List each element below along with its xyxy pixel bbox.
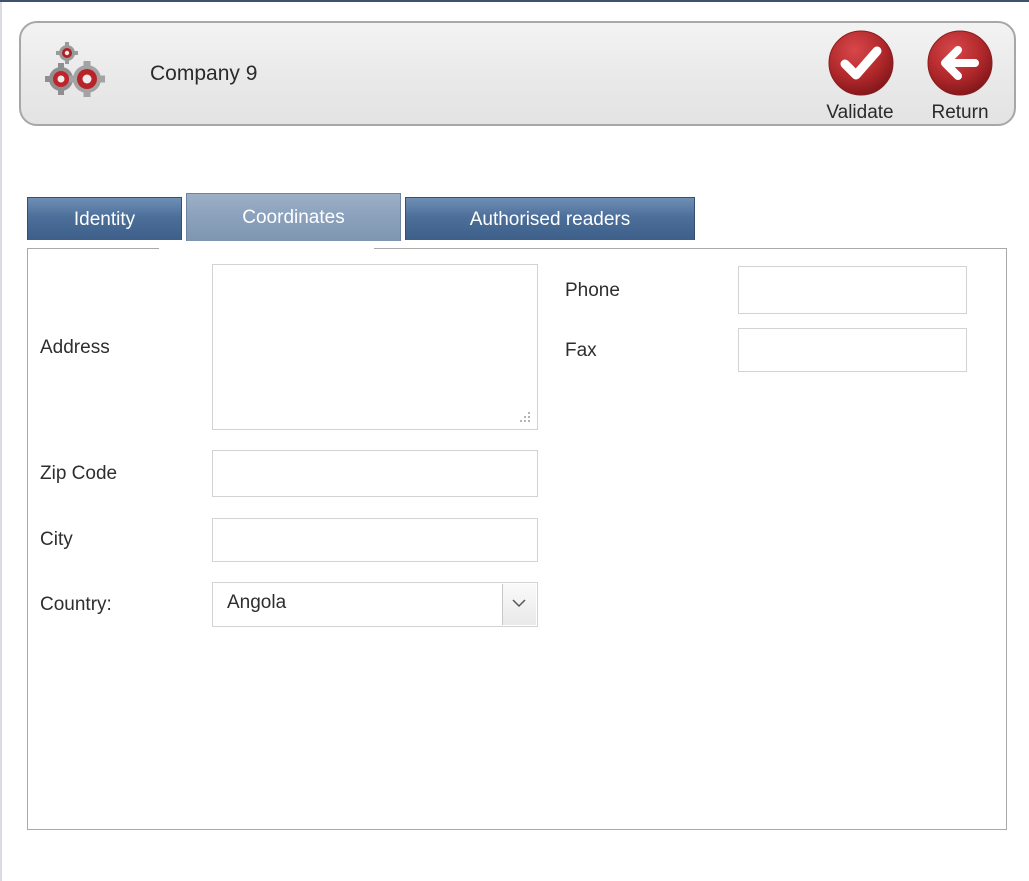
zip-code-label: Zip Code (40, 463, 118, 484)
country-selected-value: Angola (227, 592, 287, 613)
address-field[interactable] (212, 264, 538, 430)
gears-icon (45, 41, 109, 105)
phone-field[interactable] (738, 266, 967, 314)
tab-coordinates[interactable]: Coordinates (186, 193, 401, 241)
checkmark-circle-icon (827, 29, 895, 97)
city-label: City (40, 529, 73, 550)
arrow-left-circle-icon (926, 29, 994, 97)
address-label: Address (40, 337, 110, 358)
page-header: Company 9 Validate Return (19, 21, 1016, 126)
return-label: Return (931, 102, 989, 123)
active-tab-connector (159, 247, 374, 250)
validate-button[interactable]: Validate (818, 23, 902, 128)
country-label: Country: (40, 594, 112, 615)
city-field[interactable] (212, 518, 538, 562)
country-select[interactable]: Angola (212, 582, 538, 627)
zip-code-field[interactable] (212, 450, 538, 497)
page-title: Company 9 (150, 62, 258, 85)
chevron-down-icon (512, 599, 526, 608)
tab-identity[interactable]: Identity (27, 197, 182, 240)
validate-label: Validate (826, 102, 894, 123)
fax-field[interactable] (738, 328, 967, 372)
window-top-border (0, 0, 1029, 2)
phone-label: Phone (565, 280, 620, 301)
window-left-border (0, 2, 2, 881)
dropdown-button[interactable] (502, 584, 536, 625)
fax-label: Fax (565, 340, 597, 361)
coordinates-panel: Address Zip Code City Country: Angola Ph (27, 248, 1007, 830)
resize-grip-icon[interactable] (518, 410, 532, 424)
tab-authorised-readers[interactable]: Authorised readers (405, 197, 695, 240)
return-button[interactable]: Return (918, 23, 1002, 128)
